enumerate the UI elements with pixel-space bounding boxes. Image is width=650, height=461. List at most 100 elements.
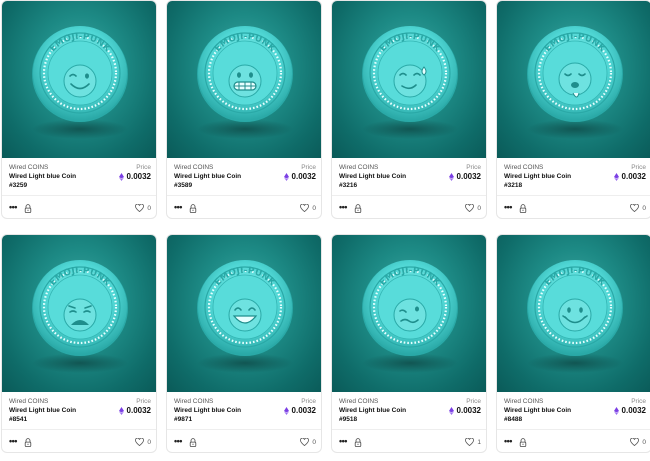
collection-name[interactable]: Wired COINS: [9, 398, 48, 405]
like-button[interactable]: 0: [300, 204, 316, 212]
like-count: 0: [147, 438, 151, 446]
nft-image[interactable]: EMOJI-PUNK: [2, 235, 156, 392]
like-count: 0: [147, 204, 151, 212]
price-label: Price: [631, 164, 646, 171]
ethereum-icon: [283, 172, 289, 181]
more-dots-icon[interactable]: •••: [174, 437, 182, 446]
price-label: Price: [301, 398, 316, 405]
token-id: #3216: [339, 182, 358, 189]
like-button[interactable]: 0: [135, 438, 151, 446]
like-count: 0: [312, 438, 316, 446]
lock-icon: [354, 438, 362, 447]
ethereum-icon: [118, 406, 124, 415]
more-dots-icon[interactable]: •••: [504, 437, 512, 446]
nft-image[interactable]: EMOJI-PUNK: [332, 1, 486, 158]
divider: [332, 429, 486, 430]
collection-name[interactable]: Wired COINS: [174, 398, 213, 405]
ethereum-icon: [283, 406, 289, 415]
like-count: 0: [477, 204, 481, 212]
price-amount: 0.0032: [291, 172, 316, 181]
nft-title[interactable]: Wired Light blue Coin: [174, 407, 241, 414]
nft-title[interactable]: Wired Light blue Coin: [504, 407, 571, 414]
nft-card[interactable]: EMOJI-PUNK Wired COINS Price Wired Light…: [166, 234, 322, 453]
nft-image[interactable]: EMOJI-PUNK: [497, 1, 650, 158]
lock-icon: [24, 204, 32, 213]
collection-name[interactable]: Wired COINS: [504, 164, 543, 171]
like-button[interactable]: 0: [300, 438, 316, 446]
like-button[interactable]: 1: [465, 438, 481, 446]
nft-title[interactable]: Wired Light blue Coin: [9, 407, 76, 414]
nft-title[interactable]: Wired Light blue Coin: [339, 173, 406, 180]
like-count: 1: [477, 438, 481, 446]
nft-card[interactable]: EMOJI-PUNK Wired COINS Price Wired Light…: [331, 234, 487, 453]
more-dots-icon[interactable]: •••: [504, 203, 512, 212]
token-id: #8488: [504, 416, 523, 423]
price-label: Price: [136, 164, 151, 171]
card-meta: Wired COINS Price Wired Light blue Coin …: [2, 158, 156, 218]
price-value: 0.0032: [118, 406, 151, 415]
coin-image: EMOJI-PUNK: [362, 26, 458, 139]
woozy-icon: [393, 298, 427, 332]
heart-icon: [300, 438, 310, 446]
nft-title[interactable]: Wired Light blue Coin: [9, 173, 76, 180]
nft-card[interactable]: EMOJI-PUNK Wired COINS Price Wired Light…: [1, 0, 157, 219]
nft-image[interactable]: EMOJI-PUNK: [167, 235, 321, 392]
token-id: #9871: [174, 416, 193, 423]
collection-name[interactable]: Wired COINS: [174, 164, 213, 171]
coin-image: EMOJI-PUNK: [527, 260, 623, 373]
nft-title[interactable]: Wired Light blue Coin: [504, 173, 571, 180]
ethereum-icon: [118, 172, 124, 181]
more-dots-icon[interactable]: •••: [339, 203, 347, 212]
price-label: Price: [466, 398, 481, 405]
collection-name[interactable]: Wired COINS: [504, 398, 543, 405]
heart-icon: [630, 204, 640, 212]
nft-title[interactable]: Wired Light blue Coin: [339, 407, 406, 414]
price-amount: 0.0032: [456, 172, 481, 181]
card-meta: Wired COINS Price Wired Light blue Coin …: [2, 392, 156, 452]
price-amount: 0.0032: [126, 406, 151, 415]
price-amount: 0.0032: [291, 406, 316, 415]
nft-image[interactable]: EMOJI-PUNK: [497, 235, 650, 392]
price-value: 0.0032: [283, 172, 316, 181]
token-id: #3589: [174, 182, 193, 189]
like-button[interactable]: 0: [630, 204, 646, 212]
nft-title[interactable]: Wired Light blue Coin: [174, 173, 241, 180]
lock-icon: [189, 438, 197, 447]
lock-icon: [354, 204, 362, 213]
nft-grid: EMOJI-PUNK Wired COINS Price Wired Light…: [0, 0, 650, 461]
coin-image: EMOJI-PUNK: [362, 260, 458, 373]
divider: [167, 429, 321, 430]
price-amount: 0.0032: [126, 172, 151, 181]
price-value: 0.0032: [613, 406, 646, 415]
nft-card[interactable]: EMOJI-PUNK Wired COINS Price Wired Light…: [331, 0, 487, 219]
card-meta: Wired COINS Price Wired Light blue Coin …: [167, 158, 321, 218]
card-meta: Wired COINS Price Wired Light blue Coin …: [332, 392, 486, 452]
price-label: Price: [136, 398, 151, 405]
like-button[interactable]: 0: [465, 204, 481, 212]
divider: [167, 195, 321, 196]
nft-card[interactable]: EMOJI-PUNK Wired COINS Price Wired Light…: [496, 234, 650, 453]
collection-name[interactable]: Wired COINS: [339, 398, 378, 405]
heart-icon: [135, 204, 145, 212]
divider: [497, 195, 650, 196]
collection-name[interactable]: Wired COINS: [339, 164, 378, 171]
more-dots-icon[interactable]: •••: [339, 437, 347, 446]
nft-card[interactable]: EMOJI-PUNK Wired COINS Price Wired Light…: [1, 234, 157, 453]
nft-image[interactable]: EMOJI-PUNK: [167, 1, 321, 158]
more-dots-icon[interactable]: •••: [174, 203, 182, 212]
nft-card[interactable]: EMOJI-PUNK Wired COINS Price Wired Light…: [496, 0, 650, 219]
ethereum-icon: [448, 172, 454, 181]
nft-image[interactable]: EMOJI-PUNK: [332, 235, 486, 392]
more-dots-icon[interactable]: •••: [9, 203, 17, 212]
collection-name[interactable]: Wired COINS: [9, 164, 48, 171]
ethereum-icon: [613, 172, 619, 181]
heart-icon: [630, 438, 640, 446]
card-meta: Wired COINS Price Wired Light blue Coin …: [497, 158, 650, 218]
nft-card[interactable]: EMOJI-PUNK Wired COINS Price Wired Light…: [166, 0, 322, 219]
more-dots-icon[interactable]: •••: [9, 437, 17, 446]
heart-icon: [465, 204, 475, 212]
nft-image[interactable]: EMOJI-PUNK: [2, 1, 156, 158]
price-label: Price: [301, 164, 316, 171]
like-button[interactable]: 0: [630, 438, 646, 446]
like-button[interactable]: 0: [135, 204, 151, 212]
